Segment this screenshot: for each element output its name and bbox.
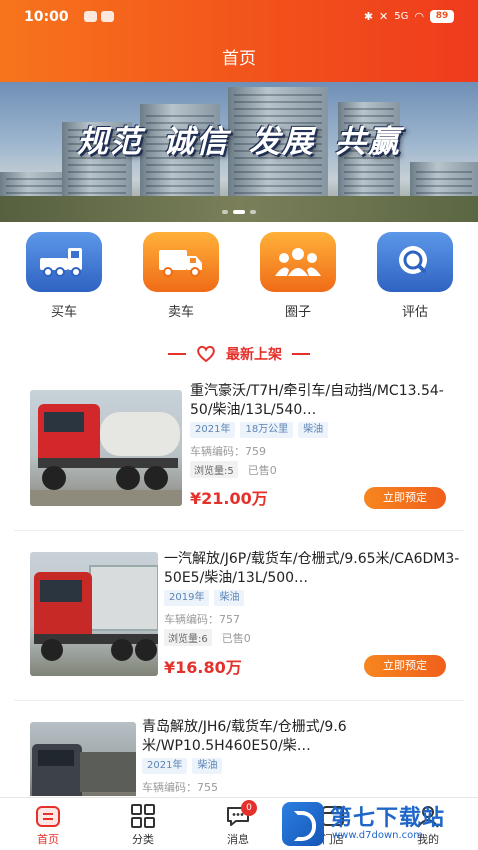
promo-banner[interactable]: 规范 诚信 发展 共赢 xyxy=(0,82,478,222)
vehicle-photo xyxy=(30,552,158,676)
code-value: 759 xyxy=(245,445,266,458)
mute-icon: ✕ xyxy=(379,10,389,23)
watermark-url: www.d7down.com xyxy=(332,830,424,841)
site-watermark: 第七下载站 www.d7down.com xyxy=(282,800,478,848)
listing-tags: 2019年 柴油 xyxy=(164,590,245,606)
listing-tag: 柴油 xyxy=(214,590,245,606)
listing-tag: 柴油 xyxy=(192,758,223,774)
reserve-button[interactable]: 立即预定 xyxy=(364,487,446,509)
group-icon xyxy=(260,232,336,292)
listing-stats: 浏览量:6 已售0 xyxy=(164,629,251,646)
divider xyxy=(14,530,464,531)
watermark-logo-icon xyxy=(282,802,324,846)
code-label: 车辆编码： xyxy=(142,781,197,794)
quick-nav-circle[interactable]: 圈子 xyxy=(258,232,338,320)
battery-indicator: 89 xyxy=(430,10,454,23)
listing-tags: 2021年 柴油 xyxy=(142,758,223,774)
section-title: 最新上架 xyxy=(226,347,282,363)
view-count: 浏览量:5 xyxy=(190,461,238,478)
listing-price: ¥16.80万 xyxy=(164,658,242,677)
reserve-button[interactable]: 立即预定 xyxy=(364,655,446,677)
listing-tag: 2021年 xyxy=(142,758,188,774)
notification-icons xyxy=(84,11,114,22)
sold-count: 已售0 xyxy=(221,632,251,645)
vehicle-photo xyxy=(30,722,136,796)
wifi-icon: ◠ xyxy=(414,10,424,23)
divider xyxy=(14,700,464,701)
tab-label: 首页 xyxy=(37,833,59,846)
message-badge: 0 xyxy=(241,800,257,816)
code-value: 755 xyxy=(197,781,218,794)
page-title: 首页 xyxy=(222,49,256,69)
slogan-word: 共赢 xyxy=(335,124,401,160)
app-header: 10:00 ✱ ✕ 5G ◠ 89 首页 xyxy=(0,0,478,82)
listing-title: 一汽解放/J6P/载货车/仓栅式/9.65米/CA6DM3-50E5/柴油/13… xyxy=(164,551,460,586)
tab-label: 消息 xyxy=(227,833,249,846)
status-bar: 10:00 ✱ ✕ 5G ◠ 89 xyxy=(0,0,478,36)
banner-slogan: 规范 诚信 发展 共赢 xyxy=(0,116,478,161)
listing-title: 青岛解放/JH6/载货车/仓栅式/9.6米/WP10.5H460E50/柴… xyxy=(142,719,347,754)
watermark-title: 第七下载站 xyxy=(330,806,446,831)
home-icon xyxy=(35,804,61,828)
slogan-word: 发展 xyxy=(249,124,315,160)
listing-code: 车辆编码：759 xyxy=(190,443,266,459)
tab-category[interactable]: 分类 xyxy=(113,804,173,847)
status-indicators: ✱ ✕ 5G ◠ 89 xyxy=(364,10,454,23)
quick-nav-buy-car[interactable]: 买车 xyxy=(24,232,104,320)
tab-home[interactable]: 首页 xyxy=(18,804,78,847)
listing-code: 车辆编码：755 xyxy=(142,779,218,795)
carousel-dot xyxy=(222,210,228,214)
listing-price: ¥21.00万 xyxy=(190,489,268,508)
section-dash xyxy=(292,353,310,355)
notification-icon xyxy=(84,11,97,22)
code-label: 车辆编码： xyxy=(164,613,219,626)
carousel-dots xyxy=(0,210,478,214)
view-count: 浏览量:6 xyxy=(164,629,212,646)
listing-tag: 柴油 xyxy=(298,422,329,438)
banner-ground xyxy=(0,196,478,222)
listing-stats: 浏览量:5 已售0 xyxy=(190,461,277,478)
listing-tags: 2021年 18万公里 柴油 xyxy=(190,422,329,438)
carousel-dot xyxy=(250,210,256,214)
signal-label: 5G xyxy=(394,11,409,22)
carousel-dot-active xyxy=(233,210,245,214)
listing-code: 车辆编码：757 xyxy=(164,611,240,627)
slogan-word: 规范 xyxy=(77,124,143,160)
listing-card[interactable]: 重汽豪沃/T7H/牵引车/自动挡/MC13.54-50/柴油/13L/540… … xyxy=(0,378,478,518)
listing-card[interactable]: 一汽解放/J6P/载货车/仓栅式/9.65米/CA6DM3-50E5/柴油/13… xyxy=(0,540,478,690)
listing-card[interactable]: 青岛解放/JH6/载货车/仓栅式/9.6米/WP10.5H460E50/柴… 2… xyxy=(0,710,478,796)
vehicle-photo xyxy=(30,390,182,506)
quick-nav-sell-car[interactable]: 卖车 xyxy=(141,232,221,320)
search-icon xyxy=(377,232,453,292)
sold-count: 已售0 xyxy=(247,464,277,477)
status-time: 10:00 xyxy=(24,9,69,25)
tab-messages[interactable]: 0 消息 xyxy=(208,800,268,847)
truck-icon xyxy=(26,232,102,292)
heart-icon xyxy=(197,345,215,363)
quick-nav-label: 买车 xyxy=(50,305,77,320)
quick-nav-appraise[interactable]: 评估 xyxy=(375,232,455,320)
quick-nav-label: 卖车 xyxy=(167,305,194,320)
grid-icon xyxy=(130,804,156,828)
delivery-truck-icon xyxy=(143,232,219,292)
quick-nav-label: 圈子 xyxy=(284,305,311,320)
bluetooth-icon: ✱ xyxy=(363,10,374,23)
code-label: 车辆编码： xyxy=(190,445,245,458)
section-header: 最新上架 xyxy=(0,344,478,364)
tab-label: 分类 xyxy=(132,833,154,846)
section-dash xyxy=(168,353,186,355)
listing-tag: 2021年 xyxy=(190,422,236,438)
listing-tag: 18万公里 xyxy=(240,422,294,438)
listing-title: 重汽豪沃/T7H/牵引车/自动挡/MC13.54-50/柴油/13L/540… xyxy=(190,383,444,418)
chat-icon: 0 xyxy=(225,800,257,828)
slogan-word: 诚信 xyxy=(163,124,229,160)
notification-icon xyxy=(101,11,114,22)
listing-tag: 2019年 xyxy=(164,590,210,606)
code-value: 757 xyxy=(219,613,240,626)
quick-nav: 买车 卖车 圈子 评估 xyxy=(0,232,478,324)
quick-nav-label: 评估 xyxy=(401,305,428,320)
